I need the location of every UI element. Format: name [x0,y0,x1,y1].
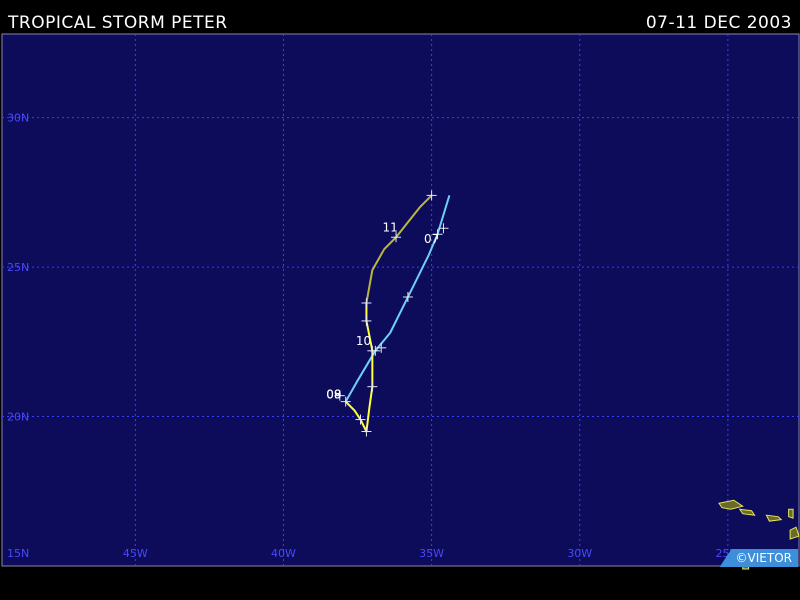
ocean-background [1,33,800,567]
latitude-label: 15N [7,547,29,560]
storm-dates: 07-11 DEC 2003 [645,13,792,33]
day-label-10: 10 [356,334,371,348]
cape-verde-sal-island [788,508,794,519]
latitude-label: 25N [7,261,29,274]
day-label-07: 07 [424,232,439,246]
latitude-label: 30N [7,112,29,125]
day-label-09: 09 [326,388,341,402]
longitude-label: 35W [419,547,444,560]
longitude-label: 40W [271,547,296,560]
longitude-label: 30W [567,547,592,560]
storm-track-map: 45W 40W 35W 30W 25W30N25N20N15N 0708091011 [1,33,800,570]
credit-badge: ©VIETOR [719,549,798,567]
latitude-label: 20N [7,411,29,424]
day-label-11: 11 [382,220,397,234]
longitude-label: 45W [123,547,148,560]
storm-name-title: TROPICAL STORM PETER [8,13,228,33]
